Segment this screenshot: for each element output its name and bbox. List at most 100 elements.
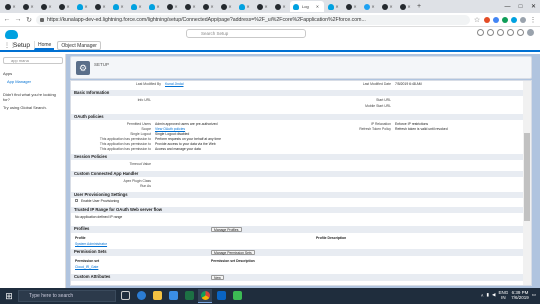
gear-icon[interactable]: [507, 29, 514, 36]
reload-icon[interactable]: ↻: [25, 16, 33, 24]
sidebar-item-app-manager[interactable]: App Manager: [7, 79, 62, 84]
minimize-button[interactable]: —: [501, 0, 514, 13]
close-icon[interactable]: ✕: [210, 4, 213, 9]
salesforce-logo[interactable]: [5, 29, 18, 39]
vertical-scrollbar[interactable]: [523, 81, 531, 285]
close-icon[interactable]: ✕: [389, 4, 392, 9]
volume-icon[interactable]: ◀: [492, 292, 495, 298]
browser-tab[interactable]: ✕: [397, 1, 414, 12]
app-launcher-icon[interactable]: ⋮⋮: [4, 43, 16, 49]
permission-set-row[interactable]: Cloud_IR_Gate: [75, 265, 98, 269]
profile-avatar-icon[interactable]: [520, 16, 526, 23]
browser-tab[interactable]: ✕: [343, 1, 360, 12]
close-icon[interactable]: ✕: [66, 4, 69, 9]
profile-row-system-administrator[interactable]: System Administrator: [75, 242, 107, 246]
manage-permission-sets-button[interactable]: Manage Permission Sets: [211, 250, 255, 255]
address-bar[interactable]: https://kunalapp-dev-ed.lightning.force.…: [36, 14, 470, 25]
language-indicator[interactable]: ENG IN: [498, 290, 508, 300]
close-icon[interactable]: ✕: [335, 4, 338, 9]
help-icon[interactable]: [497, 29, 504, 36]
browser-tab[interactable]: ✕: [146, 1, 163, 12]
tab-home[interactable]: Home: [34, 41, 55, 50]
close-window-button[interactable]: ✕: [527, 0, 540, 13]
close-icon[interactable]: ✕: [174, 4, 177, 9]
task-view-icon[interactable]: [118, 289, 132, 303]
close-icon[interactable]: ✕: [192, 4, 195, 9]
browser-tab[interactable]: ✕: [128, 1, 145, 12]
browser-tab[interactable]: ✕: [254, 1, 271, 12]
maximize-button[interactable]: □: [514, 0, 527, 13]
taskbar-search-input[interactable]: Type here to search: [18, 290, 116, 302]
extension-icon[interactable]: [484, 16, 490, 23]
maps-icon[interactable]: [230, 289, 244, 303]
permission-set-column-header: Permission set: [75, 259, 100, 263]
extension-icon[interactable]: [502, 16, 508, 23]
close-icon[interactable]: ✕: [84, 4, 87, 9]
file-explorer-icon[interactable]: [150, 289, 164, 303]
browser-tab[interactable]: ✕: [272, 1, 289, 12]
close-icon[interactable]: ✕: [316, 4, 319, 9]
browser-tab[interactable]: ✕: [2, 1, 19, 12]
store-icon[interactable]: [166, 289, 180, 303]
close-icon[interactable]: ✕: [353, 4, 356, 9]
browser-tab[interactable]: ✕: [110, 1, 127, 12]
browser-tab[interactable]: ✕: [20, 1, 37, 12]
extension-icon[interactable]: [511, 16, 517, 23]
scope-value[interactable]: View OAuth policies: [155, 127, 185, 131]
bell-icon[interactable]: [517, 29, 524, 36]
favorites-icon[interactable]: [477, 29, 484, 36]
manage-profiles-button[interactable]: Manage Profiles: [211, 227, 242, 232]
browser-tab[interactable]: ✕: [56, 1, 73, 12]
browser-tab[interactable]: ✕: [325, 1, 342, 12]
extension-icon[interactable]: [493, 16, 499, 23]
last-modified-by-value[interactable]: Kunal Jindal: [165, 82, 183, 86]
close-icon[interactable]: ✕: [371, 4, 374, 9]
back-icon[interactable]: ←: [3, 16, 11, 23]
close-icon[interactable]: ✕: [138, 4, 141, 9]
forward-icon[interactable]: →: [14, 16, 22, 23]
close-icon[interactable]: ✕: [30, 4, 33, 9]
browser-tab-active[interactable]: Log ✕: [290, 1, 324, 12]
clock[interactable]: 6:39 PM 7/6/2019: [511, 290, 529, 300]
chrome-icon[interactable]: [198, 289, 212, 303]
scrollbar-thumb[interactable]: [524, 133, 530, 221]
avatar[interactable]: [527, 29, 534, 36]
github-icon: [5, 3, 12, 10]
close-icon[interactable]: ✕: [156, 4, 159, 9]
add-icon[interactable]: [487, 29, 494, 36]
close-icon[interactable]: ✕: [264, 4, 267, 9]
tray-arrow-icon[interactable]: ˄: [481, 293, 484, 298]
browser-tab[interactable]: ✕: [92, 1, 109, 12]
browser-tab[interactable]: ✕: [236, 1, 253, 12]
excel-icon[interactable]: [182, 289, 196, 303]
notifications-icon[interactable]: ▭: [532, 292, 536, 298]
browser-tab[interactable]: ✕: [164, 1, 181, 12]
browser-tab[interactable]: ✕: [218, 1, 235, 12]
close-icon[interactable]: ✕: [282, 4, 285, 9]
close-icon[interactable]: ✕: [228, 4, 231, 9]
setup-search-input[interactable]: Search Setup: [186, 29, 306, 38]
quick-find-input[interactable]: app mana: [3, 57, 63, 64]
close-icon[interactable]: ✕: [48, 4, 51, 9]
close-icon[interactable]: ✕: [120, 4, 123, 9]
close-icon[interactable]: ✕: [246, 4, 249, 9]
sidebar-item-apps[interactable]: Apps: [3, 71, 62, 76]
new-tab-button[interactable]: +: [415, 3, 423, 10]
network-icon[interactable]: ▮: [486, 292, 488, 298]
outlook-icon[interactable]: [214, 289, 228, 303]
browser-tab[interactable]: ✕: [200, 1, 217, 12]
windows-start-icon[interactable]: ⊞: [2, 289, 16, 303]
browser-tab[interactable]: ✕: [182, 1, 199, 12]
star-icon[interactable]: ☆: [473, 16, 481, 24]
edge-icon[interactable]: [134, 289, 148, 303]
browser-tab[interactable]: ✕: [379, 1, 396, 12]
new-custom-attribute-button[interactable]: New: [211, 275, 224, 280]
browser-tab[interactable]: ✕: [74, 1, 91, 12]
close-icon[interactable]: ✕: [12, 4, 15, 9]
tab-object-manager[interactable]: Object Manager: [57, 41, 101, 50]
browser-tab[interactable]: ✕: [38, 1, 55, 12]
browser-tab[interactable]: ✕: [361, 1, 378, 12]
close-icon[interactable]: ✕: [407, 4, 410, 9]
close-icon[interactable]: ✕: [102, 4, 105, 9]
menu-icon[interactable]: ⋮: [529, 16, 537, 24]
